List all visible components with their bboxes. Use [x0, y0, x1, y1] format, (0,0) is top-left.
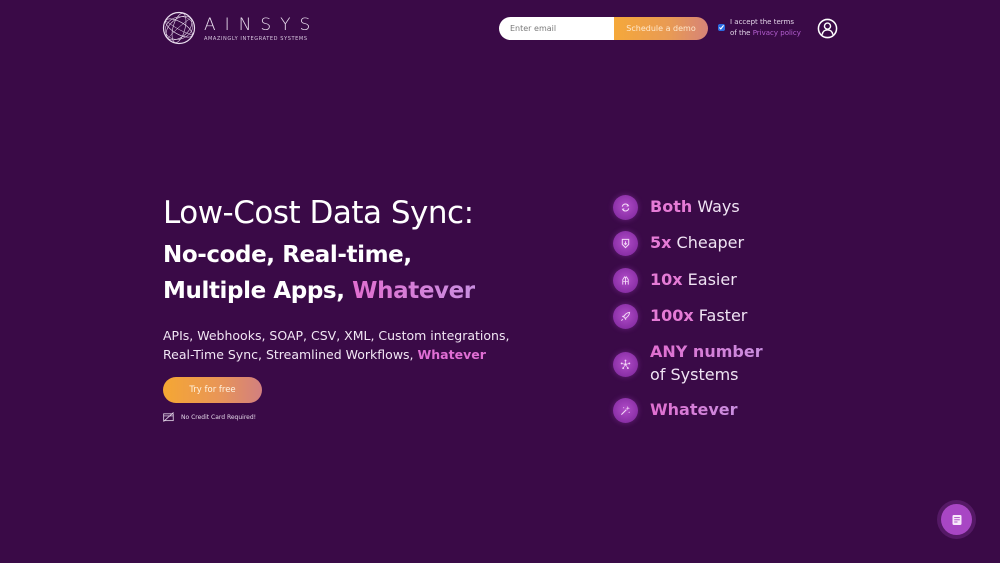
hero-subtitle-line2: Multiple Apps, — [163, 278, 353, 304]
feature-strong: 100x — [650, 306, 694, 325]
privacy-policy-link[interactable]: Privacy policy — [753, 29, 801, 37]
terms-consent: I accept the terms of the Privacy policy — [718, 17, 801, 39]
logo[interactable]: AINSYS AMAZINGLY INTEGRATED SYSTEMS — [162, 11, 319, 45]
network-nodes-icon — [620, 359, 631, 370]
demo-form: Schedule a demo — [499, 17, 708, 40]
feature-item: Whatever — [613, 398, 738, 423]
terms-text-prefix: of the — [730, 29, 753, 37]
rocket-icon — [621, 311, 631, 321]
logo-name: AINSYS — [204, 14, 320, 35]
terms-checkbox[interactable] — [718, 24, 725, 31]
chat-button[interactable] — [941, 504, 972, 535]
feature-label: of Systems — [650, 365, 739, 384]
feature-item: 100x Faster — [613, 304, 747, 329]
sync-arrows-icon — [621, 203, 630, 212]
hero-subtitle: No-code, Real-time, Multiple Apps, Whate… — [163, 237, 475, 309]
hero-title: Low-Cost Data Sync: — [163, 195, 474, 231]
hero-description-highlight: Whatever — [417, 347, 486, 362]
hero-description-line1: APIs, Webhooks, SOAP, CSV, XML, Custom i… — [163, 328, 510, 343]
feature-strong: 5x — [650, 233, 672, 252]
logo-tagline: AMAZINGLY INTEGRATED SYSTEMS — [204, 35, 308, 42]
hero-subtitle-highlight: Whatever — [352, 278, 475, 304]
feature-item: ANY number of Systems — [613, 340, 763, 386]
no-credit-card-note: No Credit Card Required! — [163, 412, 256, 422]
feature-strong: ANY number — [650, 342, 763, 361]
feature-label: Cheaper — [671, 233, 745, 252]
email-input[interactable] — [499, 17, 614, 40]
hero-subtitle-line1: No-code, Real-time, — [163, 242, 412, 268]
chat-document-icon — [952, 514, 961, 525]
feature-item: 10x Easier — [613, 268, 737, 293]
feature-label: Faster — [693, 306, 748, 325]
hands-icon — [622, 276, 629, 285]
feature-strong: Both — [650, 197, 693, 216]
no-card-icon — [163, 412, 174, 422]
globe-lines-icon — [162, 11, 196, 45]
feature-item: Both Ways — [613, 195, 740, 220]
hero-description-line2: Real-Time Sync, Streamlined Workflows, — [163, 347, 418, 362]
terms-text-line1: I accept the terms — [730, 18, 794, 26]
try-for-free-button[interactable]: Try for free — [163, 377, 262, 403]
feature-label: Ways — [692, 197, 740, 216]
user-circle-icon[interactable] — [817, 18, 838, 39]
schedule-demo-button[interactable]: Schedule a demo — [614, 17, 708, 40]
feature-item: 5x Cheaper — [613, 231, 744, 256]
feature-label: Easier — [682, 270, 737, 289]
no-credit-card-text: No Credit Card Required! — [181, 413, 257, 421]
feature-strong: 10x — [650, 270, 683, 289]
price-tag-down-icon — [621, 238, 630, 249]
hero-description: APIs, Webhooks, SOAP, CSV, XML, Custom i… — [163, 326, 509, 364]
feature-strong: Whatever — [650, 400, 738, 419]
magic-wand-icon — [620, 405, 631, 416]
